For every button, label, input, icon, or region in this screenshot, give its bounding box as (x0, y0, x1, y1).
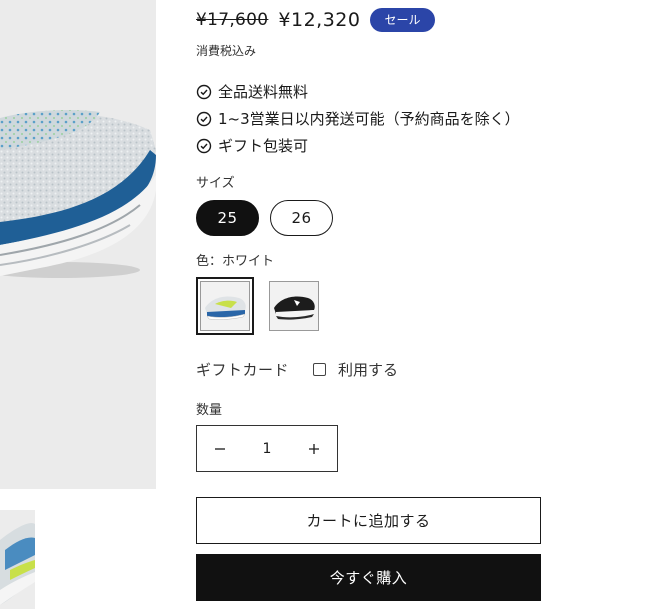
decrement-button[interactable] (197, 426, 243, 471)
gift-card-checkbox[interactable] (313, 362, 327, 376)
quantity-stepper: 1 (196, 425, 338, 472)
feature-item: 1~3営業日以内発送可能（予約商品を除く） (196, 105, 520, 132)
feature-label: 1~3営業日以内発送可能（予約商品を除く） (218, 110, 520, 128)
sale-price: ¥12,320 (278, 9, 361, 31)
increment-button[interactable] (291, 426, 337, 471)
thumbnail-shoe-image (0, 522, 35, 605)
original-price: ¥17,600 (196, 10, 269, 30)
color-swatches (196, 277, 319, 335)
check-circle-icon (196, 111, 212, 127)
gift-card-row: ギフトカード 利用する (196, 358, 398, 380)
feature-item: ギフト包装可 (196, 132, 520, 159)
minus-icon (215, 447, 225, 450)
price-row: ¥17,600 ¥12,320 セール (196, 6, 435, 34)
quantity-label: 数量 (196, 403, 223, 418)
feature-label: ギフト包装可 (218, 137, 309, 155)
size-options: 25 26 (196, 200, 333, 236)
shoe-illustration (0, 110, 156, 278)
tax-note: 消費税込み (196, 44, 257, 58)
check-circle-icon (196, 84, 212, 100)
plus-icon (309, 443, 319, 454)
size-option-25[interactable]: 25 (196, 200, 259, 236)
feature-label: 全品送料無料 (218, 83, 309, 101)
gift-card-label: ギフトカード (196, 360, 290, 379)
gift-card-checkbox-label[interactable]: 利用する (338, 359, 398, 380)
white-shoe-swatch[interactable] (196, 277, 254, 335)
size-label: サイズ (196, 176, 235, 191)
buy-now-button[interactable]: 今すぐ購入 (196, 554, 541, 601)
feature-list: 全品送料無料 1~3営業日以内発送可能（予約商品を除く） ギフト包装可 (196, 78, 520, 159)
product-main-image[interactable] (0, 0, 156, 489)
product-thumbnail[interactable] (0, 510, 35, 609)
quantity-input[interactable]: 1 (243, 441, 291, 457)
sale-badge: セール (370, 8, 435, 32)
black-shoe-image (274, 296, 315, 320)
white-shoe-image (200, 281, 250, 331)
size-option-26[interactable]: 26 (270, 200, 333, 236)
black-shoe-swatch[interactable] (269, 281, 319, 331)
check-circle-icon (196, 138, 212, 154)
feature-item: 全品送料無料 (196, 78, 520, 105)
add-to-cart-button[interactable]: カートに追加する (196, 497, 541, 544)
color-label: 色：ホワイト (196, 254, 275, 269)
